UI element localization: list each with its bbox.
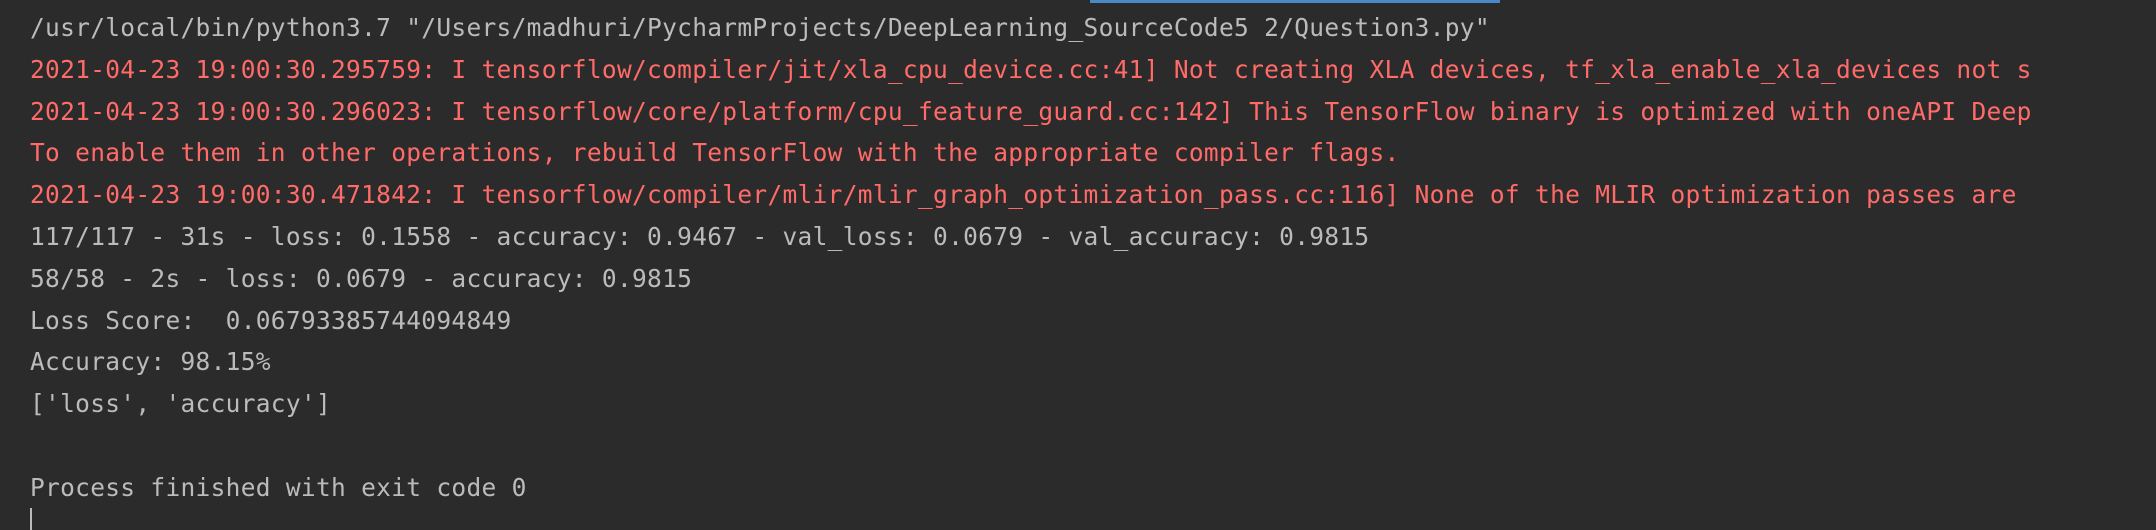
active-tab-indicator: [1090, 0, 1500, 3]
console-line-log: 2021-04-23 19:00:30.296023: I tensorflow…: [30, 96, 2032, 126]
console-line-log: 2021-04-23 19:00:30.295759: I tensorflow…: [30, 54, 2032, 84]
console-line-training: 117/117 - 31s - loss: 0.1558 - accuracy:…: [30, 221, 1370, 251]
console-line-evaluation: 58/58 - 2s - loss: 0.0679 - accuracy: 0.…: [30, 263, 693, 293]
console-line-log: To enable them in other operations, rebu…: [30, 138, 1400, 168]
console-line-log: 2021-04-23 19:00:30.471842: I tensorflow…: [30, 180, 2017, 210]
console-line-exit: Process finished with exit code 0: [30, 472, 527, 502]
console-line-command: /usr/local/bin/python3.7 "/Users/madhuri…: [30, 13, 1490, 42]
console-line-metrics: ['loss', 'accuracy']: [30, 389, 332, 419]
console-line-accuracy: Accuracy: 98.15%: [30, 347, 271, 377]
console-line-loss-score: Loss Score: 0.06793385744094849: [30, 305, 512, 335]
text-cursor[interactable]: [30, 508, 32, 530]
run-console[interactable]: /usr/local/bin/python3.7 "/Users/madhuri…: [0, 0, 2156, 530]
console-output[interactable]: /usr/local/bin/python3.7 "/Users/madhuri…: [30, 7, 2156, 509]
